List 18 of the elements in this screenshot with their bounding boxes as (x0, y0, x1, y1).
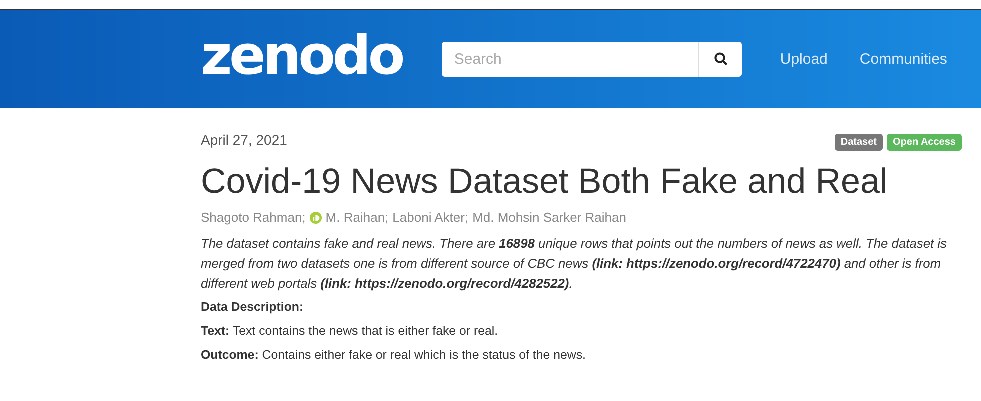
badge: Open Access (887, 134, 962, 151)
search-field[interactable]: Search (442, 42, 698, 76)
author-name[interactable]: Laboni Akter; (392, 210, 469, 225)
nav-link[interactable]: Communities (860, 50, 948, 68)
author-name[interactable]: Shagoto Rahman; (201, 210, 306, 225)
definition-text: Outcome: Contains either fake or real which is the status of the news. (201, 348, 587, 362)
author-name[interactable]: M. Raihan; (326, 210, 389, 225)
logo[interactable]: zenodo (201, 29, 402, 83)
publication-date: April 27, 2021 (201, 132, 288, 148)
record-title: Covid-19 News Dataset Both Fake and Real (201, 162, 889, 202)
description-paragraph: The dataset contains fake and real news. There are 16898 unique rows that points out the numbers of news as well. The dataset is merged from two datasets one is from different source of CBC news (link: https://zenodo.org/record/4722470) and other is from different web portals (link: https://zenodo.org/record/4282522). (201, 235, 948, 293)
section-heading: Data Description: (201, 300, 305, 314)
search-button[interactable] (698, 42, 742, 76)
definition-text: Text: Text contains the news that is either fake or real. (201, 324, 500, 338)
search-icon (714, 52, 728, 66)
author-name[interactable]: Md. Mohsin Sarker Raihan (472, 210, 626, 225)
nav-link[interactable]: Upload (780, 50, 828, 68)
badge: Dataset (834, 134, 883, 151)
